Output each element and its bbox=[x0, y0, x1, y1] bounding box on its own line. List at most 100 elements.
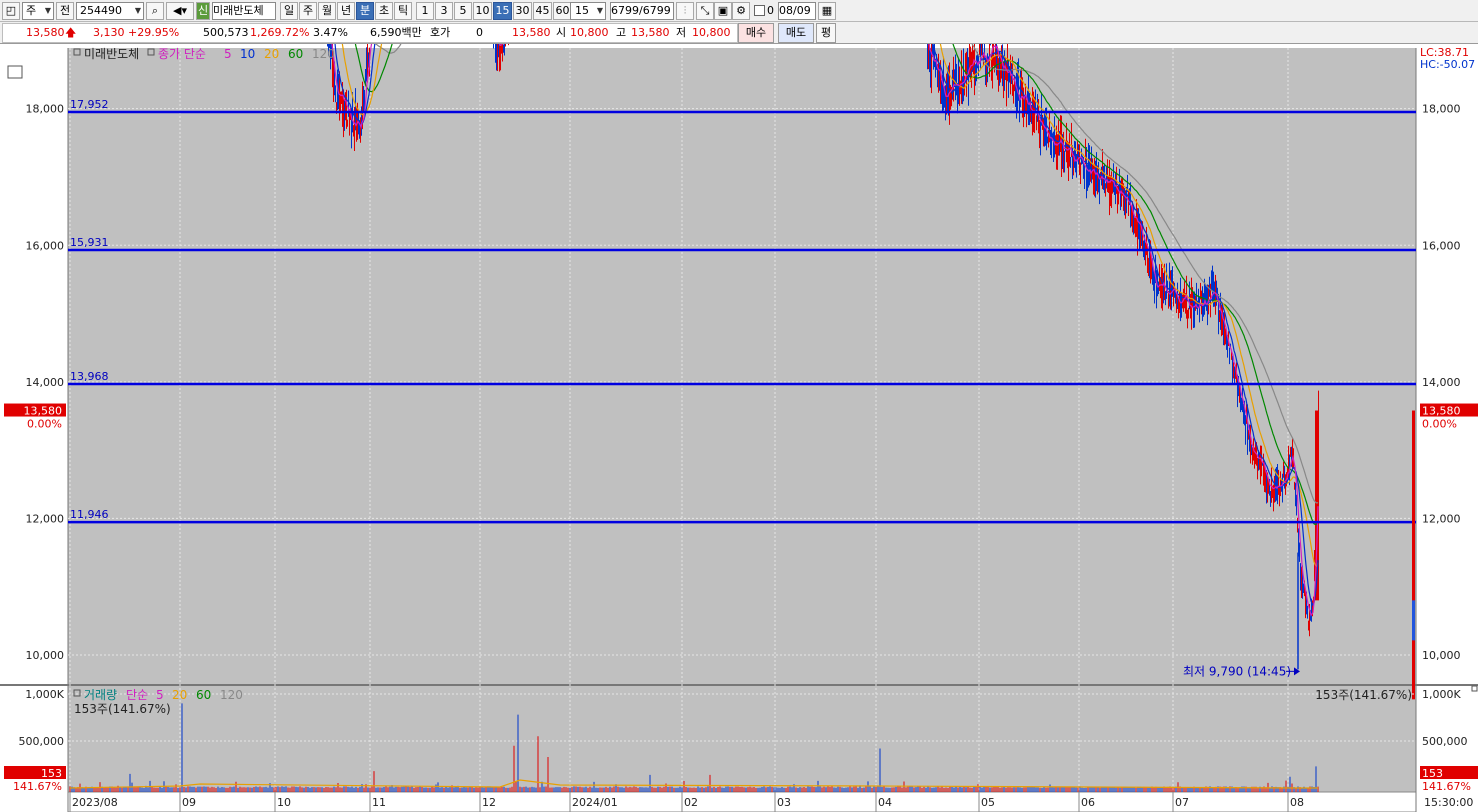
x-axis-label: 07 bbox=[1175, 796, 1189, 809]
x-axis-label: 08 bbox=[1290, 796, 1304, 809]
volume-info-right: 153주(141.67%) bbox=[1315, 688, 1412, 702]
grid-settings-icon[interactable] bbox=[7, 65, 23, 79]
x-axis-label: 06 bbox=[1081, 796, 1095, 809]
price-panel-title: 미래반도체 bbox=[84, 47, 139, 61]
volume-panel-background bbox=[68, 686, 1416, 792]
period-button[interactable]: 틱 bbox=[394, 2, 412, 20]
x-axis-time-label: 15:30:00 bbox=[1424, 796, 1473, 809]
interval-button[interactable]: 5 bbox=[454, 2, 472, 20]
search-icon[interactable]: ⌕ bbox=[146, 2, 164, 20]
sound-icon[interactable]: ◀▾ bbox=[166, 2, 194, 20]
volume-tick-left: 1,000K bbox=[25, 688, 64, 701]
credit-badge: 신 bbox=[196, 2, 210, 20]
ma-legend-period: 120 bbox=[312, 47, 335, 61]
date-field[interactable]: 08/09 bbox=[778, 2, 816, 20]
window-menu-icon[interactable]: ◰ bbox=[2, 2, 20, 20]
gear-icon[interactable]: ⚙ bbox=[732, 2, 750, 20]
volume-info-left: 153주(141.67%) bbox=[74, 702, 171, 716]
volume-tag-right-text: 153 bbox=[1422, 767, 1443, 780]
x-axis-label: 02 bbox=[684, 796, 698, 809]
ma-legend-label: 종가 단순 bbox=[158, 47, 206, 61]
turnover-rate: 3.47% bbox=[313, 26, 348, 39]
volume-tick-right: 500,000 bbox=[1422, 735, 1468, 748]
draw-tool-icon[interactable]: ⤡ bbox=[696, 2, 714, 20]
open-value: 10,800 bbox=[570, 26, 609, 39]
chart-area[interactable]: 26,00026,00024,00024,00022,00022,00020,0… bbox=[0, 44, 1478, 812]
y-tick-label-left: 10,000 bbox=[26, 649, 65, 662]
high-value: 13,580 bbox=[631, 26, 670, 39]
interval-select-value: 15 bbox=[575, 4, 589, 17]
volume-pct-left: 141.67% bbox=[13, 780, 62, 793]
y-tick-label-right: 10,000 bbox=[1422, 649, 1461, 662]
volume-tick-left: 500,000 bbox=[19, 735, 65, 748]
interval-button[interactable]: 3 bbox=[435, 2, 453, 20]
price-panel-background bbox=[68, 48, 1416, 684]
y-tick-label-left: 18,000 bbox=[26, 103, 65, 116]
y-tick-label-right: 18,000 bbox=[1422, 103, 1461, 116]
volume-ma-period: 5 bbox=[156, 688, 164, 702]
trade-value: 6,590백만 bbox=[370, 26, 422, 39]
interval-select[interactable]: 15 ▼ bbox=[570, 2, 606, 20]
hts-chart-window: ◰ 주 ▼ 전 254490 ▼ ⌕ ◀▾ 신 미래반도체 일주월년분초틱 1351… bbox=[0, 0, 1478, 812]
x-axis-label: 11 bbox=[372, 796, 386, 809]
volume-tag-left-text: 153 bbox=[41, 767, 62, 780]
current-pct-left: 0.00% bbox=[27, 418, 62, 431]
stock-chart-svg[interactable]: 26,00026,00024,00024,00022,00022,00020,0… bbox=[0, 44, 1478, 812]
y-tick-label-right: 12,000 bbox=[1422, 512, 1461, 525]
x-axis-label: 09 bbox=[182, 796, 196, 809]
x-axis-label: 2024/01 bbox=[572, 796, 618, 809]
low-annotation: 최저 9,790 (14:45) bbox=[1183, 664, 1291, 678]
volume-ma-period: 120 bbox=[220, 688, 243, 702]
ma-legend-period: 10 bbox=[240, 47, 255, 61]
price-range-bar-low bbox=[1412, 600, 1415, 641]
chart-toolbar: ◰ 주 ▼ 전 254490 ▼ ⌕ ◀▾ 신 미래반도체 일주월년분초틱 1351… bbox=[0, 0, 1478, 22]
stock-code-input[interactable]: 254490 ▼ bbox=[76, 2, 144, 20]
hoga-price: 13,580 bbox=[512, 26, 551, 39]
period-button[interactable]: 분 bbox=[356, 2, 374, 20]
period-button[interactable]: 월 bbox=[318, 2, 336, 20]
hoga-value: 0 bbox=[476, 26, 483, 39]
code-prefix-button[interactable]: 전 bbox=[56, 2, 74, 20]
volume-panel-title: 거래량 bbox=[84, 688, 117, 702]
change-value: 3,130 bbox=[93, 26, 125, 39]
eval-button[interactable]: 평 bbox=[816, 23, 836, 43]
period-button[interactable]: 일 bbox=[280, 2, 298, 20]
stock-name-field: 미래반도체 bbox=[212, 2, 276, 20]
calendar-icon[interactable]: ▦ bbox=[818, 2, 836, 20]
period-button[interactable]: 초 bbox=[375, 2, 393, 20]
quote-bar: 13,580 🡅 3,130 +29.95% 500,573 1,269.72%… bbox=[0, 22, 1478, 44]
current-pct-right: 0.00% bbox=[1422, 418, 1457, 431]
interval-button[interactable]: 10 bbox=[473, 2, 492, 20]
high-label: 고 bbox=[616, 26, 627, 39]
interval-button[interactable]: 15 bbox=[493, 2, 512, 20]
checkbox-label: 0 bbox=[767, 4, 774, 17]
sell-button[interactable]: 매도 bbox=[778, 23, 814, 43]
up-arrow-icon: 🡅 bbox=[65, 26, 77, 39]
period-button[interactable]: 년 bbox=[337, 2, 355, 20]
volume-ratio: 1,269.72% bbox=[250, 26, 310, 39]
volume-pct-right: 141.67% bbox=[1422, 780, 1471, 793]
market-type-value: 주 bbox=[26, 4, 37, 17]
stock-code-value: 254490 bbox=[80, 4, 122, 17]
current-price-tag-left-text: 13,580 bbox=[24, 405, 63, 418]
buy-button[interactable]: 매수 bbox=[738, 23, 774, 43]
open-label: 시 bbox=[556, 26, 567, 39]
y-tick-label-right: 16,000 bbox=[1422, 239, 1461, 252]
market-type-select[interactable]: 주 ▼ bbox=[22, 2, 54, 20]
volume-ma-period: 20 bbox=[172, 688, 187, 702]
hc-label: HC:-50.07 bbox=[1420, 58, 1475, 71]
hoga-label: 호가 bbox=[430, 26, 451, 39]
checkbox[interactable] bbox=[754, 5, 765, 16]
interval-button[interactable]: 30 bbox=[513, 2, 532, 20]
ma-legend-period: 5 bbox=[224, 47, 232, 61]
period-button[interactable]: 주 bbox=[299, 2, 317, 20]
save-icon[interactable]: ▣ bbox=[714, 2, 732, 20]
ma-legend-period: 20 bbox=[264, 47, 279, 61]
candle-tool-icon[interactable]: ⫶ bbox=[676, 2, 694, 20]
y-tick-label-left: 12,000 bbox=[26, 512, 65, 525]
interval-button[interactable]: 1 bbox=[416, 2, 434, 20]
chevron-down-icon: ▼ bbox=[44, 6, 51, 15]
change-percent: +29.95% bbox=[128, 26, 180, 39]
interval-button[interactable]: 45 bbox=[533, 2, 552, 20]
volume-ma-label: 단순 bbox=[126, 688, 148, 702]
